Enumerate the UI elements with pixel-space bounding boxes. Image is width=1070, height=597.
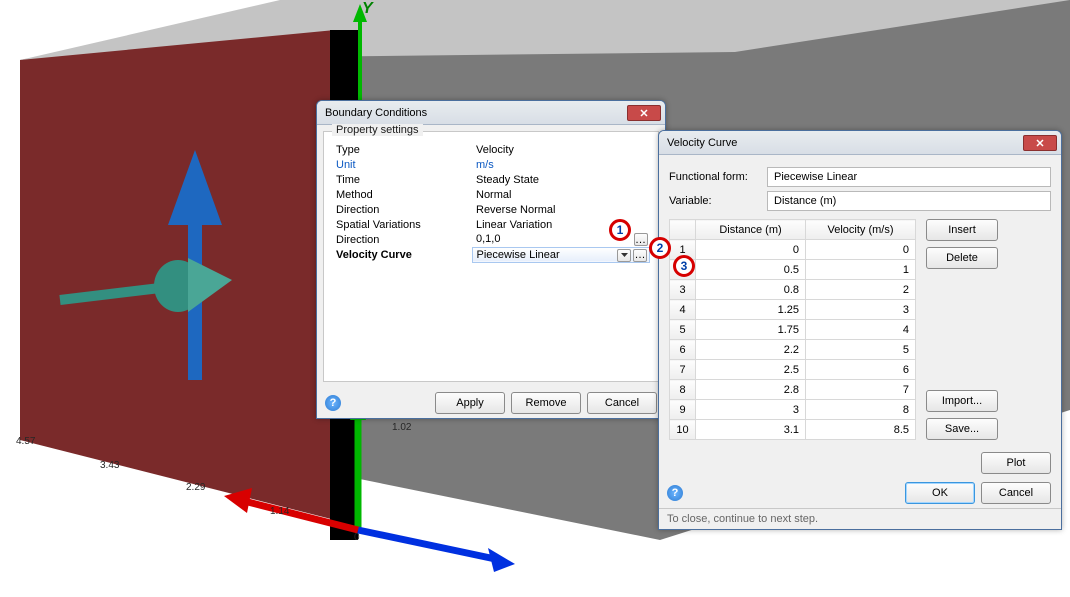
close-icon[interactable] <box>1023 135 1057 151</box>
plot-button[interactable]: Plot <box>981 452 1051 474</box>
table-row: 938 <box>670 400 916 420</box>
table-row: 82.87 <box>670 380 916 400</box>
vc-title: Velocity Curve <box>667 137 1023 149</box>
table-row: 20.51 <box>670 260 916 280</box>
import-button[interactable]: Import... <box>926 390 998 412</box>
prop-row-spatial: Spatial VariationsLinear Variation <box>332 217 650 232</box>
variable-field[interactable]: Distance (m) <box>767 191 1051 211</box>
prop-row-method: MethodNormal <box>332 187 650 202</box>
property-settings-group: Property settings TypeVelocity Unitm/s T… <box>323 131 659 382</box>
table-row: 103.18.5 <box>670 420 916 440</box>
property-table[interactable]: TypeVelocity Unitm/s TimeSteady State Me… <box>332 142 650 263</box>
prop-row-direction: DirectionReverse Normal <box>332 202 650 217</box>
apply-button[interactable]: Apply <box>435 392 505 414</box>
table-row: 41.253 <box>670 300 916 320</box>
save-button[interactable]: Save... <box>926 418 998 440</box>
group-legend: Property settings <box>332 124 423 136</box>
plot-row: Plot <box>659 448 1061 478</box>
prop-row-type: TypeVelocity <box>332 142 650 157</box>
col-distance[interactable]: Distance (m) <box>696 220 806 240</box>
ellipsis-icon[interactable]: … <box>634 233 648 246</box>
functional-form-label: Functional form: <box>669 171 759 183</box>
cancel-button[interactable]: Cancel <box>981 482 1051 504</box>
bc-title: Boundary Conditions <box>325 107 627 119</box>
callout-2: 2 <box>649 237 671 259</box>
prop-row-unit: Unitm/s <box>332 157 650 172</box>
help-icon[interactable]: ? <box>325 395 341 411</box>
prop-row-time: TimeSteady State <box>332 172 650 187</box>
variable-row: Variable: Distance (m) <box>669 191 1051 211</box>
table-row: 100 <box>670 240 916 260</box>
col-index <box>670 220 696 240</box>
col-velocity[interactable]: Velocity (m/s) <box>806 220 916 240</box>
tick-1-02: 1.02 <box>392 422 411 433</box>
table-row: 51.754 <box>670 320 916 340</box>
callout-1: 1 <box>609 219 631 241</box>
close-icon[interactable] <box>627 105 661 121</box>
vc-titlebar[interactable]: Velocity Curve <box>659 131 1061 155</box>
tick-4-57: 4.57 <box>16 436 35 447</box>
ok-button[interactable]: OK <box>905 482 975 504</box>
table-side-buttons: Insert Delete Import... Save... <box>926 219 998 440</box>
velocity-curve-dialog[interactable]: Velocity Curve Functional form: Piecewis… <box>658 130 1062 530</box>
table-row: 62.25 <box>670 340 916 360</box>
callout-3: 3 <box>673 255 695 277</box>
table-row: 72.56 <box>670 360 916 380</box>
vc-body: Functional form: Piecewise Linear Variab… <box>659 155 1061 529</box>
ellipsis-icon[interactable]: … <box>633 249 647 262</box>
help-icon[interactable]: ? <box>667 485 683 501</box>
tick-2-29: 2.29 <box>186 482 205 493</box>
table-row: 30.82 <box>670 280 916 300</box>
delete-button[interactable]: Delete <box>926 247 998 269</box>
tick-1-14: 1.14 <box>270 506 289 517</box>
bc-titlebar[interactable]: Boundary Conditions <box>317 101 665 125</box>
remove-button[interactable]: Remove <box>511 392 581 414</box>
boundary-conditions-dialog[interactable]: Boundary Conditions Property settings Ty… <box>316 100 666 419</box>
tick-3-43: 3.43 <box>100 460 119 471</box>
functional-form-field[interactable]: Piecewise Linear <box>767 167 1051 187</box>
status-bar: To close, continue to next step. <box>659 508 1061 529</box>
vc-button-row: ? OK Cancel <box>659 478 1061 508</box>
functional-form-row: Functional form: Piecewise Linear <box>669 167 1051 187</box>
cancel-button[interactable]: Cancel <box>587 392 657 414</box>
insert-button[interactable]: Insert <box>926 219 998 241</box>
curve-data-table[interactable]: Distance (m) Velocity (m/s) 100 20.51 30… <box>669 219 916 440</box>
prop-row-direction2: Direction0,1,0… <box>332 232 650 247</box>
chevron-down-icon[interactable] <box>617 249 631 262</box>
tick-0: 0 <box>354 532 360 543</box>
variable-label: Variable: <box>669 195 759 207</box>
prop-row-velocity-curve: Velocity CurvePiecewise Linear… <box>332 247 650 262</box>
bc-button-row: ? Apply Remove Cancel <box>317 388 665 418</box>
